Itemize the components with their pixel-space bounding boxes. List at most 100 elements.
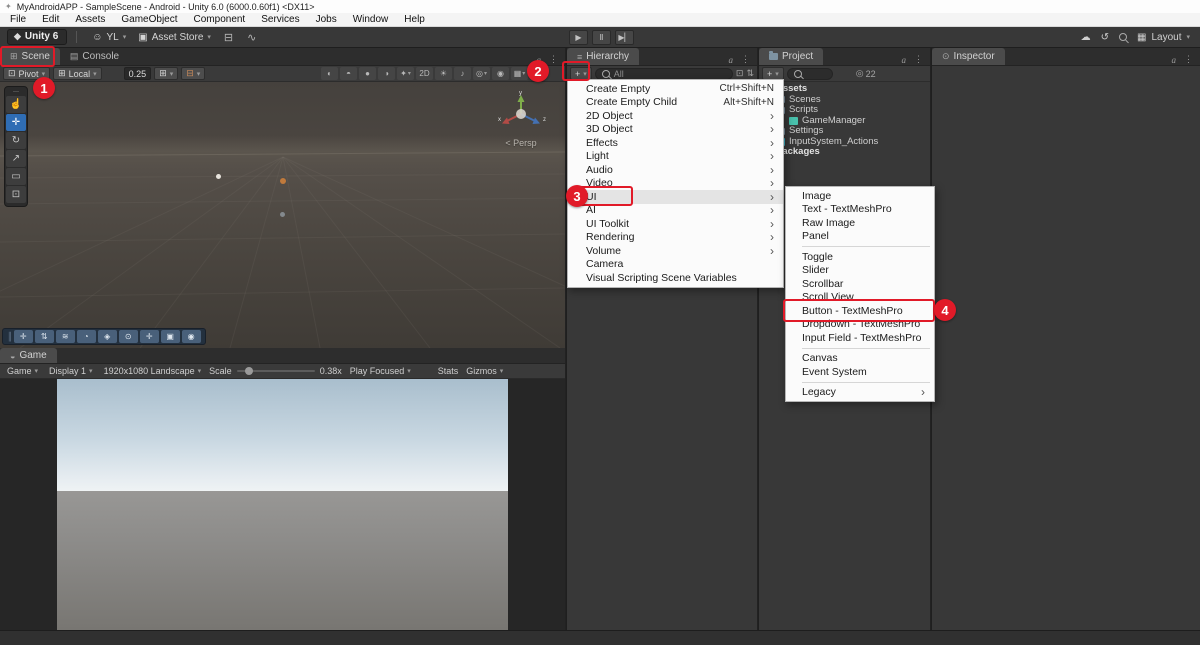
- hidden-count[interactable]: ◎ 22: [856, 68, 876, 79]
- undo-history-icon[interactable]: ↺: [1101, 32, 1109, 43]
- submenu-item[interactable]: Canvas: [786, 352, 934, 366]
- context-menu-item[interactable]: Volume: [568, 244, 783, 258]
- fx-toggle-icon[interactable]: ◑: [378, 67, 395, 80]
- context-menu-item[interactable]: Create Empty Child Alt+Shift+N: [568, 96, 783, 110]
- grid-snap-dropdown[interactable]: ⊞ ▾: [154, 67, 178, 80]
- context-menu-item[interactable]: 2D Object: [568, 109, 783, 123]
- tree-item[interactable]: Settings: [759, 126, 930, 137]
- search-tool-icon[interactable]: ⊙: [119, 330, 138, 343]
- tab-project[interactable]: Project: [759, 48, 823, 65]
- tree-item[interactable]: Assets: [759, 84, 930, 95]
- submenu-item[interactable]: Slider: [786, 264, 934, 278]
- pause-button[interactable]: Ⅱ: [592, 30, 611, 45]
- submenu-item[interactable]: Event System: [786, 365, 934, 379]
- archive-icon[interactable]: ⊟: [217, 31, 240, 44]
- tab-scene[interactable]: ⊞ Scene: [0, 48, 60, 65]
- menubar-item[interactable]: Assets: [67, 14, 113, 25]
- overlay-drag-handle[interactable]: ║: [7, 332, 12, 341]
- submenu-item[interactable]: Dropdown - TextMeshPro: [786, 318, 934, 332]
- globe-overlay-icon[interactable]: ◉: [182, 330, 201, 343]
- scene-picker-icon[interactable]: ⊡: [736, 68, 744, 79]
- rotate-tool[interactable]: ↻: [6, 132, 26, 149]
- tab-hierarchy[interactable]: ≡ Hierarchy: [567, 48, 639, 65]
- submenu-item[interactable]: Legacy: [786, 386, 934, 400]
- account-dropdown[interactable]: ☺ YL ▾: [86, 32, 132, 43]
- menubar-item[interactable]: Component: [186, 14, 254, 25]
- lock-icon[interactable]: a: [729, 55, 734, 65]
- menubar-item[interactable]: Edit: [34, 14, 67, 25]
- version-control-icon[interactable]: ∿: [240, 31, 263, 44]
- context-menu-item[interactable]: Rendering: [568, 231, 783, 245]
- game-view-dropdown[interactable]: Game ▾: [4, 366, 41, 376]
- tree-item[interactable]: Scripts: [759, 105, 930, 116]
- scale-tool[interactable]: ↗: [6, 150, 26, 167]
- increment-snap-dropdown[interactable]: ⊟ ▾: [181, 67, 205, 80]
- submenu-item[interactable]: [786, 243, 934, 250]
- view-options-icon[interactable]: ◈: [98, 330, 117, 343]
- context-menu-item[interactable]: Effects: [568, 136, 783, 150]
- scale-slider-knob[interactable]: [245, 367, 253, 375]
- camera-settings-icon[interactable]: ◉: [492, 67, 509, 80]
- context-menu-item[interactable]: Light: [568, 150, 783, 164]
- scene-viewport[interactable]: — ☝✛↻↗▭⊡ x z y < Persp: [0, 82, 565, 348]
- context-menu-item[interactable]: Create Empty Ctrl+Shift+N: [568, 82, 783, 96]
- submenu-item[interactable]: Image: [786, 189, 934, 203]
- tree-item[interactable]: InputSystem_Actions: [759, 137, 930, 148]
- overlay-drag-handle[interactable]: —: [6, 89, 26, 95]
- kebab-menu-icon[interactable]: ⋮: [741, 54, 750, 65]
- search-icon[interactable]: [1119, 33, 1127, 41]
- step-button[interactable]: ▶▏: [615, 30, 634, 45]
- submenu-item[interactable]: Scroll View: [786, 291, 934, 305]
- context-menu-item[interactable]: Visual Scripting Scene Variables: [568, 271, 783, 285]
- menubar-item[interactable]: Help: [396, 14, 433, 25]
- submenu-item[interactable]: Panel: [786, 230, 934, 244]
- context-menu-item[interactable]: Audio: [568, 163, 783, 177]
- local-dropdown[interactable]: ⊞ Local ▾: [53, 67, 102, 80]
- orientation-gizmo[interactable]: x z y < Persp: [491, 90, 551, 148]
- visibility-dropdown-icon[interactable]: ◎: [473, 67, 490, 80]
- move-overlay-icon[interactable]: ✛: [140, 330, 159, 343]
- gizmo-move-icon[interactable]: ✛: [14, 330, 33, 343]
- tab-inspector[interactable]: ⊙ Inspector: [932, 48, 1005, 65]
- context-menu-item[interactable]: Video: [568, 177, 783, 191]
- move-tool[interactable]: ✛: [6, 114, 26, 131]
- snap-settings-icon[interactable]: ≋: [56, 330, 75, 343]
- submenu-item[interactable]: Raw Image: [786, 216, 934, 230]
- submenu-item[interactable]: [786, 345, 934, 352]
- tree-item[interactable]: GameManager: [759, 116, 930, 127]
- menubar-item[interactable]: Jobs: [308, 14, 345, 25]
- transform-tool[interactable]: ⊡: [6, 186, 26, 203]
- menubar-item[interactable]: Window: [345, 14, 397, 25]
- snap-value-field[interactable]: 0.25: [124, 67, 152, 80]
- gizmo-axis-icon[interactable]: ⇅: [35, 330, 54, 343]
- context-menu-item[interactable]: 3D Object: [568, 123, 783, 137]
- menubar-item[interactable]: Services: [253, 14, 307, 25]
- camera-overlay-icon[interactable]: ▣: [161, 330, 180, 343]
- kebab-menu-icon[interactable]: ⋮: [1184, 54, 1193, 65]
- context-menu-item[interactable]: Camera: [568, 258, 783, 272]
- effects-dropdown-icon[interactable]: ✦: [397, 67, 414, 80]
- kebab-menu-icon[interactable]: ⋮: [549, 54, 558, 65]
- game-viewport[interactable]: [0, 379, 565, 630]
- submenu-item[interactable]: Button - TextMeshPro: [786, 304, 934, 318]
- gizmos-dropdown[interactable]: Gizmos ▾: [463, 366, 506, 376]
- context-menu-item[interactable]: UI Toolkit: [568, 217, 783, 231]
- orientation-icon[interactable]: ◔: [77, 330, 96, 343]
- scale-slider[interactable]: [237, 370, 315, 372]
- cloud-icon[interactable]: ☁: [1081, 32, 1091, 43]
- skybox-toggle-icon[interactable]: ●: [359, 67, 376, 80]
- wireframe-mode-icon[interactable]: ◓: [340, 67, 357, 80]
- tree-item[interactable]: Packages: [759, 147, 930, 158]
- 2d-toggle[interactable]: 2D: [416, 67, 433, 80]
- submenu-item[interactable]: Toggle: [786, 250, 934, 264]
- menubar-item[interactable]: File: [2, 14, 34, 25]
- submenu-item[interactable]: Text - TextMeshPro: [786, 203, 934, 217]
- layout-dropdown[interactable]: ▦ Layout ▾: [1137, 32, 1190, 43]
- display-dropdown[interactable]: Display 1 ▾: [46, 366, 96, 376]
- play-focused-dropdown[interactable]: Play Focused ▾: [347, 366, 414, 376]
- persp-label[interactable]: < Persp: [491, 138, 551, 148]
- submenu-item[interactable]: [786, 379, 934, 386]
- lock-icon[interactable]: a: [902, 55, 907, 65]
- resolution-dropdown[interactable]: 1920x1080 Landscape ▾: [101, 366, 205, 376]
- tab-console[interactable]: ▤ Console: [60, 48, 129, 65]
